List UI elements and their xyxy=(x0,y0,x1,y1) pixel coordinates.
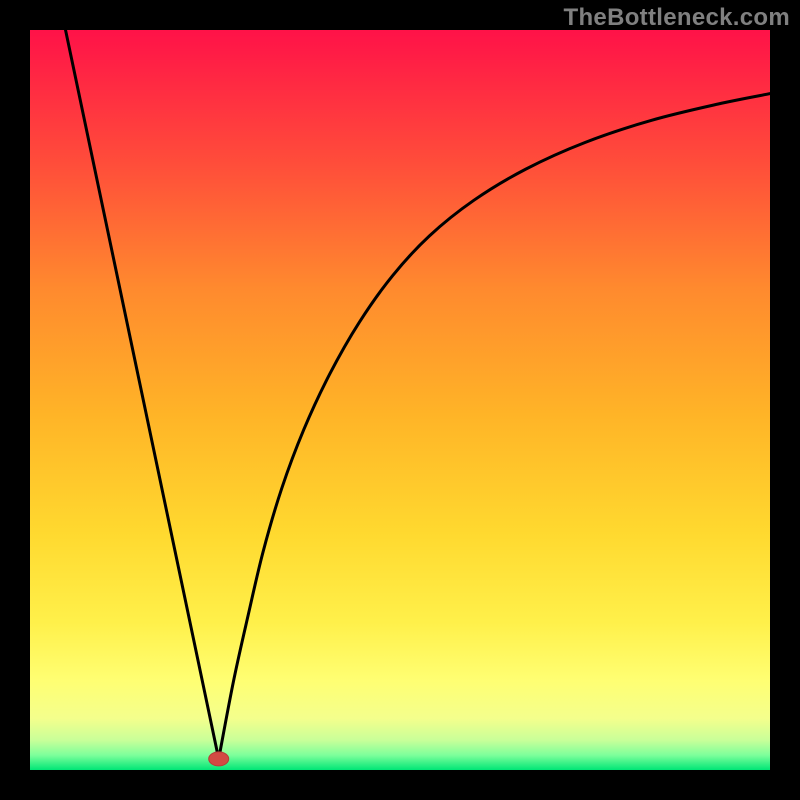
plot-background xyxy=(30,30,770,770)
chart-root: { "watermark": "TheBottleneck.com", "col… xyxy=(0,0,800,800)
minimum-marker xyxy=(209,752,229,766)
bottleneck-chart xyxy=(30,30,770,770)
watermark-text: TheBottleneck.com xyxy=(564,4,790,32)
